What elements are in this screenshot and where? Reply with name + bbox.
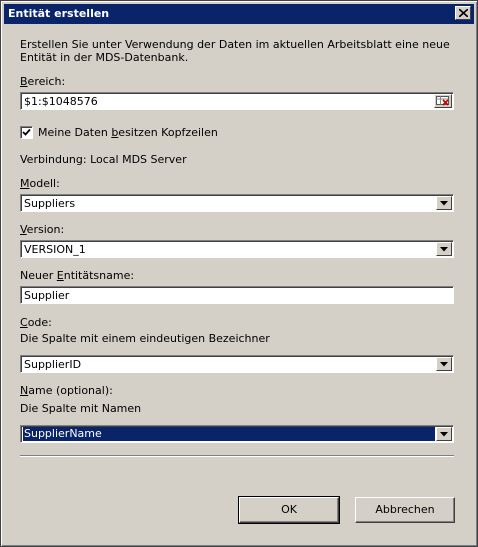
headers-checkbox[interactable]: [20, 126, 33, 139]
code-select[interactable]: SupplierID: [20, 355, 454, 373]
chevron-down-icon: [440, 432, 448, 437]
code-dropdown-button[interactable]: [436, 357, 452, 371]
dialog-title: Entität erstellen: [8, 7, 110, 20]
connection-label: Verbindung: Local MDS Server: [20, 153, 187, 166]
model-select[interactable]: Suppliers: [20, 194, 454, 212]
close-button[interactable]: [455, 6, 471, 20]
version-label: Version:: [20, 223, 65, 236]
model-dropdown-button[interactable]: [436, 196, 452, 210]
code-hint: Die Spalte mit einem eindeutigen Bezeich…: [20, 332, 270, 345]
model-selected-value: Suppliers: [24, 197, 76, 210]
version-selected-value: VERSION_1: [24, 243, 86, 256]
dialog-window: Entität erstellen Erstellen Sie unter Ve…: [0, 0, 478, 547]
cancel-button[interactable]: Abbrechen: [355, 497, 455, 523]
chevron-down-icon: [440, 201, 448, 206]
version-select[interactable]: VERSION_1: [20, 240, 454, 258]
range-select-button[interactable]: [434, 94, 452, 108]
chevron-down-icon: [440, 362, 448, 367]
name-hint: Die Spalte mit Namen: [20, 402, 142, 415]
entity-name-input[interactable]: Supplier: [20, 286, 454, 304]
entity-name-label: Neuer Entitätsname:: [20, 269, 135, 282]
code-selected-value: SupplierID: [24, 358, 82, 371]
name-dropdown-button[interactable]: [436, 427, 452, 441]
checkmark-icon: [22, 128, 31, 136]
version-dropdown-button[interactable]: [436, 242, 452, 256]
range-picker-icon: [436, 96, 449, 106]
model-label: Modell:: [20, 177, 60, 190]
name-label: Name (optional):: [20, 384, 113, 397]
range-value: $1:$1048576: [24, 95, 98, 108]
entity-name-value: Supplier: [24, 289, 70, 302]
ok-button[interactable]: OK: [238, 496, 340, 524]
name-selected-value: SupplierName: [23, 427, 435, 441]
dialog-description: Erstellen Sie unter Verwendung der Daten…: [20, 38, 450, 64]
close-icon: [459, 9, 468, 17]
chevron-down-icon: [440, 247, 448, 252]
range-input[interactable]: $1:$1048576: [20, 92, 454, 110]
range-label: Bereich:: [20, 75, 66, 88]
title-bar: Entität erstellen: [4, 4, 474, 24]
separator-line: [20, 455, 454, 457]
name-select[interactable]: SupplierName: [20, 425, 454, 443]
headers-checkbox-label[interactable]: Meine Daten besitzen Kopfzeilen: [38, 126, 218, 139]
code-label: Code:: [20, 316, 52, 329]
